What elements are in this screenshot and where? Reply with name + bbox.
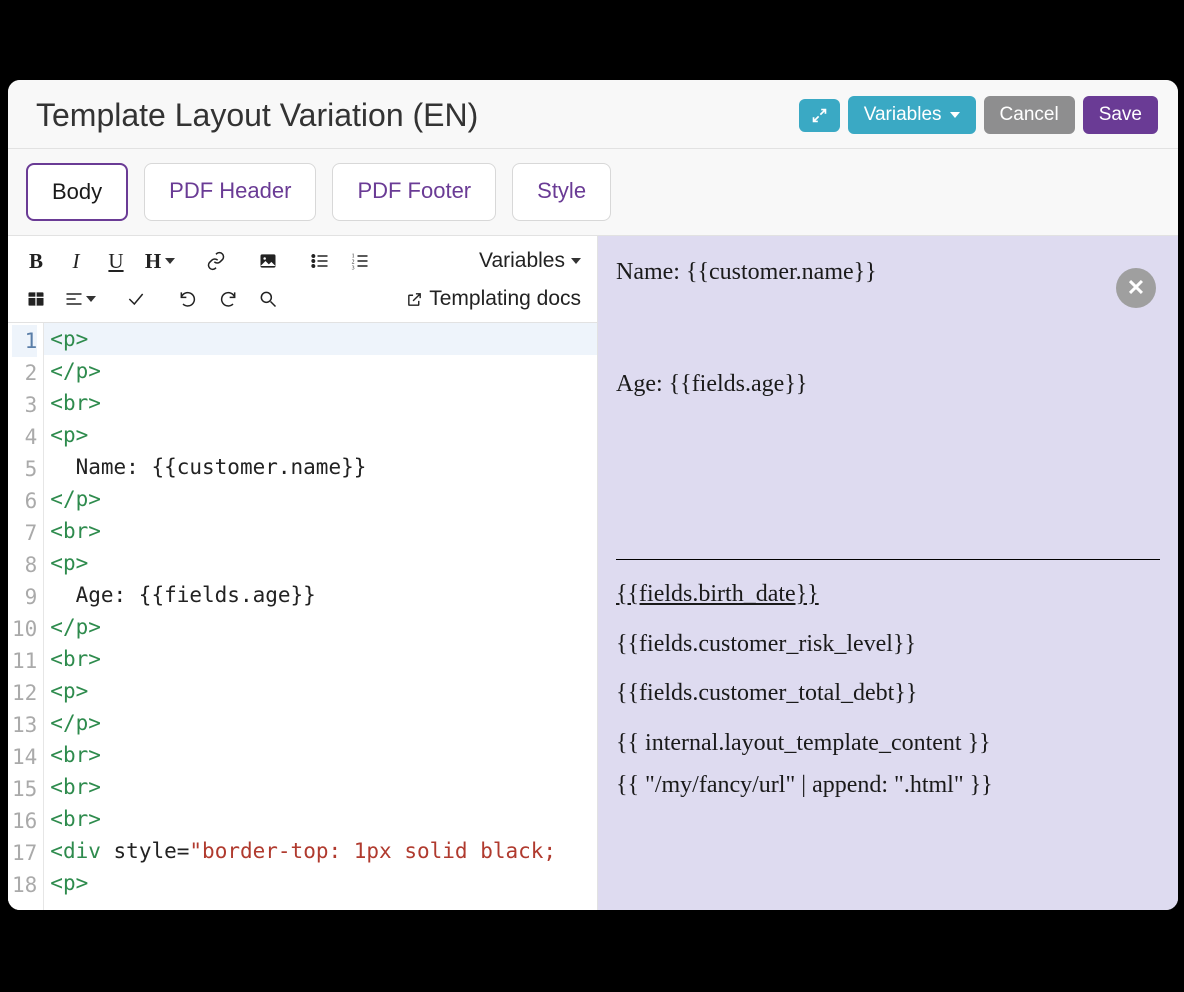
redo-icon <box>218 289 238 309</box>
toolbar-variables-dropdown[interactable]: Variables <box>471 245 589 277</box>
variables-button-label: Variables <box>864 104 942 126</box>
bold-button[interactable]: B <box>16 243 56 279</box>
tab-pdf-header[interactable]: PDF Header <box>144 163 316 221</box>
code-line: <br> <box>44 739 597 771</box>
code-line: <p> <box>44 323 597 355</box>
editor-window: Template Layout Variation (EN) Variables… <box>8 80 1178 910</box>
variables-button[interactable]: Variables <box>848 96 976 134</box>
code-line: <br> <box>44 643 597 675</box>
page-title: Template Layout Variation (EN) <box>36 97 791 134</box>
code-line: <p> <box>44 867 597 899</box>
code-line: <br> <box>44 515 597 547</box>
tabs-row: Body PDF Header PDF Footer Style <box>8 149 1178 236</box>
tab-style[interactable]: Style <box>512 163 611 221</box>
list-ol-icon: 123 <box>350 251 370 271</box>
chevron-down-icon <box>86 296 96 302</box>
preview-debt: {{fields.customer_total_debt}} <box>616 677 1160 711</box>
code-line: <br> <box>44 803 597 835</box>
expand-icon <box>811 107 828 124</box>
tab-body[interactable]: Body <box>26 163 128 221</box>
code-line: <br> <box>44 771 597 803</box>
preview-append-expr: {{ "/my/fancy/url" | append: ".html" }} <box>616 769 1160 803</box>
code-line: <p> <box>44 675 597 707</box>
code-line: </p> <box>44 355 597 387</box>
check-icon <box>126 289 146 309</box>
code-line: Name: {{customer.name}} <box>44 451 597 483</box>
preview-pane: ✕ Name: {{customer.name}} Age: {{fields.… <box>598 236 1178 910</box>
preview-layout-content: {{ internal.layout_template_content }} <box>616 727 1160 761</box>
heading-button[interactable]: H <box>136 243 184 279</box>
code-line: Age: {{fields.age}} <box>44 579 597 611</box>
underline-button[interactable]: U <box>96 243 136 279</box>
svg-text:3: 3 <box>352 265 355 271</box>
external-link-icon <box>406 291 423 308</box>
code-line: <p> <box>44 419 597 451</box>
redo-button[interactable] <box>208 281 248 317</box>
undo-button[interactable] <box>168 281 208 317</box>
image-button[interactable] <box>248 243 288 279</box>
code-editor[interactable]: 123456789101112131415161718 <p></p><br><… <box>8 322 597 910</box>
preview-name-line: Name: {{customer.name}} <box>616 256 1160 290</box>
search-button[interactable] <box>248 281 288 317</box>
code-line: <p> <box>44 547 597 579</box>
templating-docs-label: Templating docs <box>429 287 581 311</box>
image-icon <box>258 251 278 271</box>
table-icon <box>26 289 46 309</box>
preview-age-line: Age: {{fields.age}} <box>616 368 1160 402</box>
align-left-icon <box>64 289 84 309</box>
editor-toolbar: B I U H <box>8 236 597 322</box>
link-button[interactable] <box>196 243 236 279</box>
header: Template Layout Variation (EN) Variables… <box>8 80 1178 149</box>
search-icon <box>258 289 278 309</box>
close-preview-button[interactable]: ✕ <box>1116 268 1156 308</box>
save-button[interactable]: Save <box>1083 96 1158 134</box>
preview-divider <box>616 559 1160 560</box>
code-line: </p> <box>44 611 597 643</box>
cancel-button[interactable]: Cancel <box>984 96 1075 134</box>
check-button[interactable] <box>116 281 156 317</box>
editor-area: B I U H <box>8 236 1178 910</box>
chevron-down-icon <box>571 258 581 264</box>
align-button[interactable] <box>56 281 104 317</box>
code-lines: <p></p><br><p> Name: {{customer.name}}</… <box>44 323 597 910</box>
link-icon <box>206 251 226 271</box>
chevron-down-icon <box>165 258 175 264</box>
left-pane: B I U H <box>8 236 598 910</box>
toolbar-variables-label: Variables <box>479 249 565 273</box>
preview-birth-date: {{fields.birth_date}} <box>616 581 819 607</box>
heading-label: H <box>145 249 161 274</box>
templating-docs-link[interactable]: Templating docs <box>406 287 589 311</box>
undo-icon <box>178 289 198 309</box>
expand-button[interactable] <box>799 99 840 132</box>
code-line: </p> <box>44 483 597 515</box>
line-gutter: 123456789101112131415161718 <box>8 323 44 910</box>
tab-pdf-footer[interactable]: PDF Footer <box>332 163 496 221</box>
preview-risk: {{fields.customer_risk_level}} <box>616 628 1160 662</box>
code-line: </p> <box>44 707 597 739</box>
code-line: <br> <box>44 387 597 419</box>
chevron-down-icon <box>950 112 960 118</box>
unordered-list-button[interactable] <box>300 243 340 279</box>
close-icon: ✕ <box>1127 273 1145 304</box>
ordered-list-button[interactable]: 123 <box>340 243 380 279</box>
italic-button[interactable]: I <box>56 243 96 279</box>
list-ul-icon <box>310 251 330 271</box>
code-line: <div style="border-top: 1px solid black; <box>44 835 597 867</box>
table-button[interactable] <box>16 281 56 317</box>
